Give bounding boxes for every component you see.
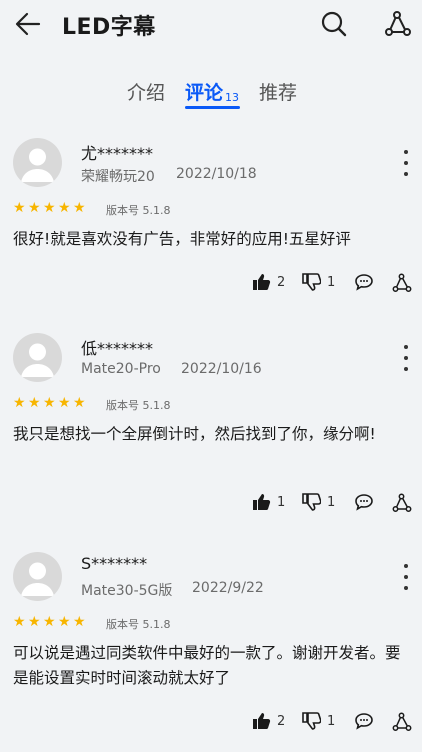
tab-intro[interactable]: 介绍	[127, 78, 165, 105]
share-icon	[392, 273, 412, 292]
review-device: Mate20-Pro	[81, 361, 161, 377]
like-count: 2	[277, 274, 286, 290]
search-button[interactable]	[316, 6, 352, 42]
dislike-button[interactable]: 1	[302, 712, 335, 730]
review-actions: 1 1	[0, 493, 422, 517]
tab-reviews-label: 评论	[185, 82, 224, 104]
star-icon: ★	[28, 200, 41, 216]
more-options-button[interactable]	[398, 150, 414, 176]
tab-reviews[interactable]: 评论 13	[185, 78, 239, 105]
more-options-button[interactable]	[398, 564, 414, 590]
thumbs-down-icon	[302, 273, 321, 291]
reply-button[interactable]	[354, 273, 374, 291]
dislike-count: 1	[327, 713, 336, 729]
dislike-count: 1	[327, 274, 336, 290]
arrow-left-icon	[15, 12, 41, 36]
search-icon	[321, 11, 347, 37]
tab-intro-label: 介绍	[127, 82, 166, 104]
star-icon: ★	[73, 614, 86, 630]
star-icon: ★	[43, 614, 56, 630]
back-button[interactable]	[10, 6, 46, 42]
like-count: 2	[277, 713, 286, 729]
star-icon: ★	[43, 200, 56, 216]
tab-reviews-count: 13	[225, 91, 240, 104]
review-device: 荣耀畅玩20	[81, 169, 155, 185]
star-icon: ★	[58, 395, 71, 411]
thumbs-up-icon	[253, 494, 271, 510]
star-icon: ★	[58, 614, 71, 630]
star-icon: ★	[13, 395, 26, 411]
more-options-button[interactable]	[398, 345, 414, 371]
top-bar: LED字幕	[0, 0, 422, 52]
share-review-button[interactable]	[392, 493, 412, 513]
review-text: 很好!就是喜欢没有广告，非常好的应用!五星好评	[13, 230, 351, 248]
review-device: Mate30-5G版	[81, 583, 173, 599]
star-icon: ★	[13, 200, 26, 216]
like-button[interactable]: 2	[252, 273, 285, 291]
comment-icon	[355, 274, 373, 291]
thumbs-up-icon	[253, 274, 271, 290]
tab-recommend[interactable]: 推荐	[259, 78, 297, 105]
avatar	[13, 552, 62, 601]
star-icon: ★	[73, 200, 86, 216]
page-title: LED字幕	[62, 15, 156, 40]
review-version: 版本号 5.1.8	[106, 399, 171, 412]
star-icon: ★	[73, 395, 86, 411]
star-icon: ★	[13, 614, 26, 630]
review-version: 版本号 5.1.8	[106, 618, 171, 631]
rating-stars: ★ ★ ★ ★ ★	[13, 396, 87, 410]
thumbs-up-icon	[253, 713, 271, 729]
star-icon: ★	[28, 614, 41, 630]
star-icon: ★	[43, 395, 56, 411]
share-icon	[385, 11, 411, 36]
default-avatar-icon	[21, 343, 54, 377]
dislike-button[interactable]: 1	[302, 493, 335, 511]
star-icon: ★	[58, 200, 71, 216]
default-avatar-icon	[21, 562, 54, 596]
like-count: 1	[277, 494, 286, 510]
active-tab-indicator	[185, 106, 240, 109]
review-version: 版本号 5.1.8	[106, 204, 171, 217]
rating-stars: ★ ★ ★ ★ ★	[13, 201, 87, 215]
review-text: 我只是想找一个全屏倒计时，然后找到了你，缘分啊!	[13, 425, 376, 443]
dislike-count: 1	[327, 494, 336, 510]
default-avatar-icon	[21, 148, 54, 182]
review-date: 2022/10/18	[176, 166, 257, 182]
review-username: S*******	[81, 554, 148, 573]
comment-icon	[355, 494, 373, 511]
like-button[interactable]: 1	[252, 493, 285, 511]
avatar	[13, 333, 62, 382]
thumbs-down-icon	[302, 712, 321, 730]
share-icon	[392, 493, 412, 512]
star-icon: ★	[28, 395, 41, 411]
share-icon	[392, 712, 412, 731]
review-username: 尤*******	[81, 144, 154, 163]
reply-button[interactable]	[354, 712, 374, 730]
comment-icon	[355, 713, 373, 730]
like-button[interactable]: 2	[252, 712, 285, 730]
tab-bar: 介绍 评论 13 推荐	[0, 72, 422, 116]
tab-recommend-label: 推荐	[259, 82, 298, 104]
review-text: 可以说是遇过同类软件中最好的一款了。谢谢开发者。要是能设置实时时间滚动就太好了	[13, 644, 401, 687]
share-button[interactable]	[380, 6, 416, 42]
review-username: 低*******	[81, 339, 154, 358]
review-date: 2022/10/16	[181, 361, 262, 377]
review-date: 2022/9/22	[192, 580, 264, 596]
review-actions: 2 1	[0, 273, 422, 297]
avatar	[13, 138, 62, 187]
dislike-button[interactable]: 1	[302, 273, 335, 291]
thumbs-down-icon	[302, 493, 321, 511]
review-actions: 2 1	[0, 712, 422, 736]
share-review-button[interactable]	[392, 273, 412, 293]
share-review-button[interactable]	[392, 712, 412, 732]
rating-stars: ★ ★ ★ ★ ★	[13, 615, 87, 629]
reply-button[interactable]	[354, 493, 374, 511]
